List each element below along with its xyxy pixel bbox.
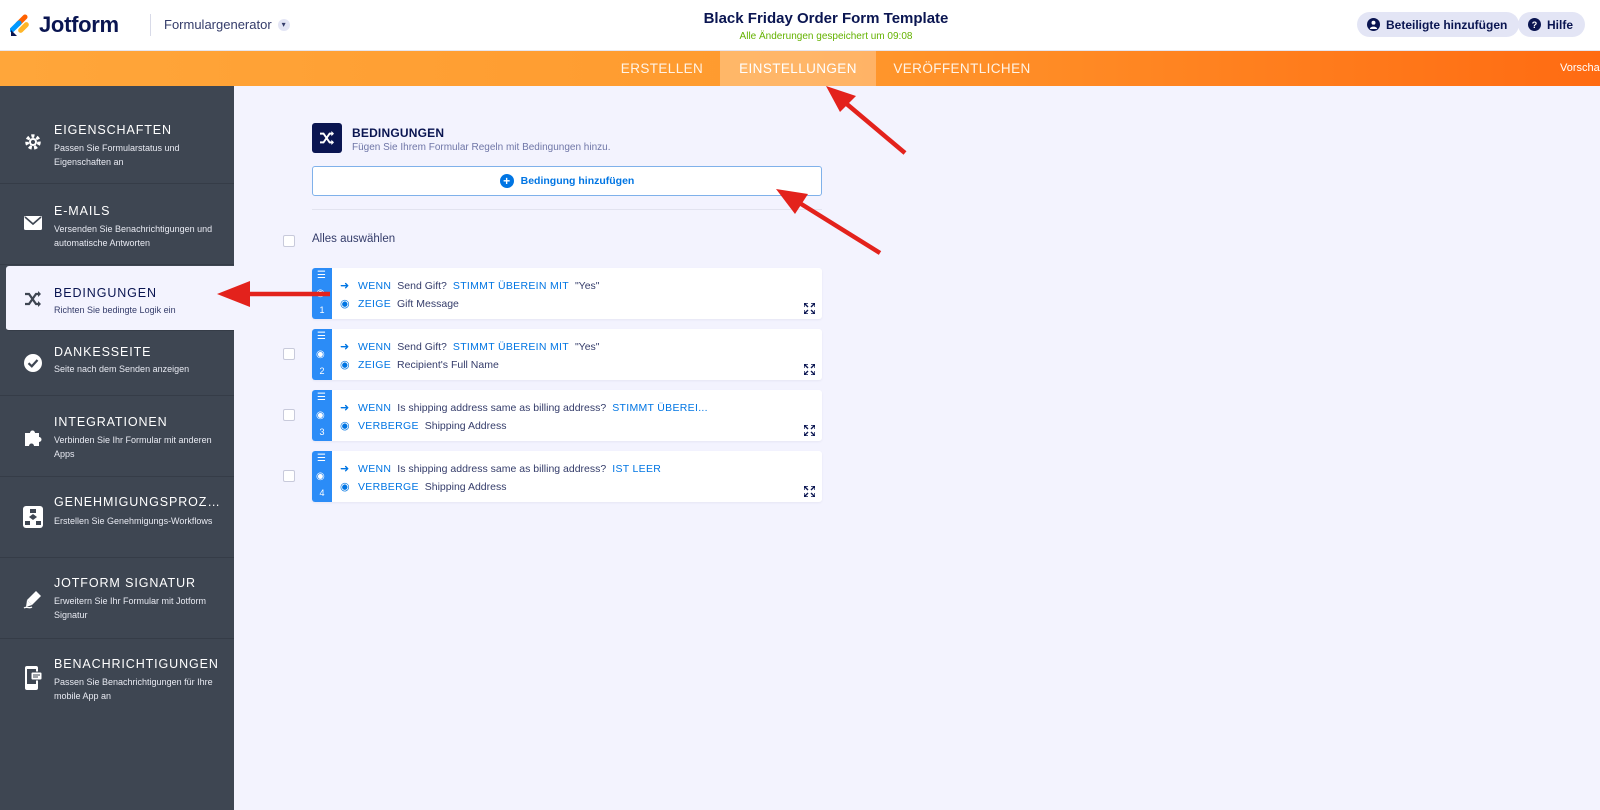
annotation-arrow — [776, 189, 882, 255]
annotation-arrow — [217, 281, 330, 307]
annotation-arrow — [826, 86, 907, 155]
app-root: Jotform Formulargenerator ▾ Black Friday… — [0, 0, 1600, 810]
annotation-arrows — [217, 86, 907, 307]
